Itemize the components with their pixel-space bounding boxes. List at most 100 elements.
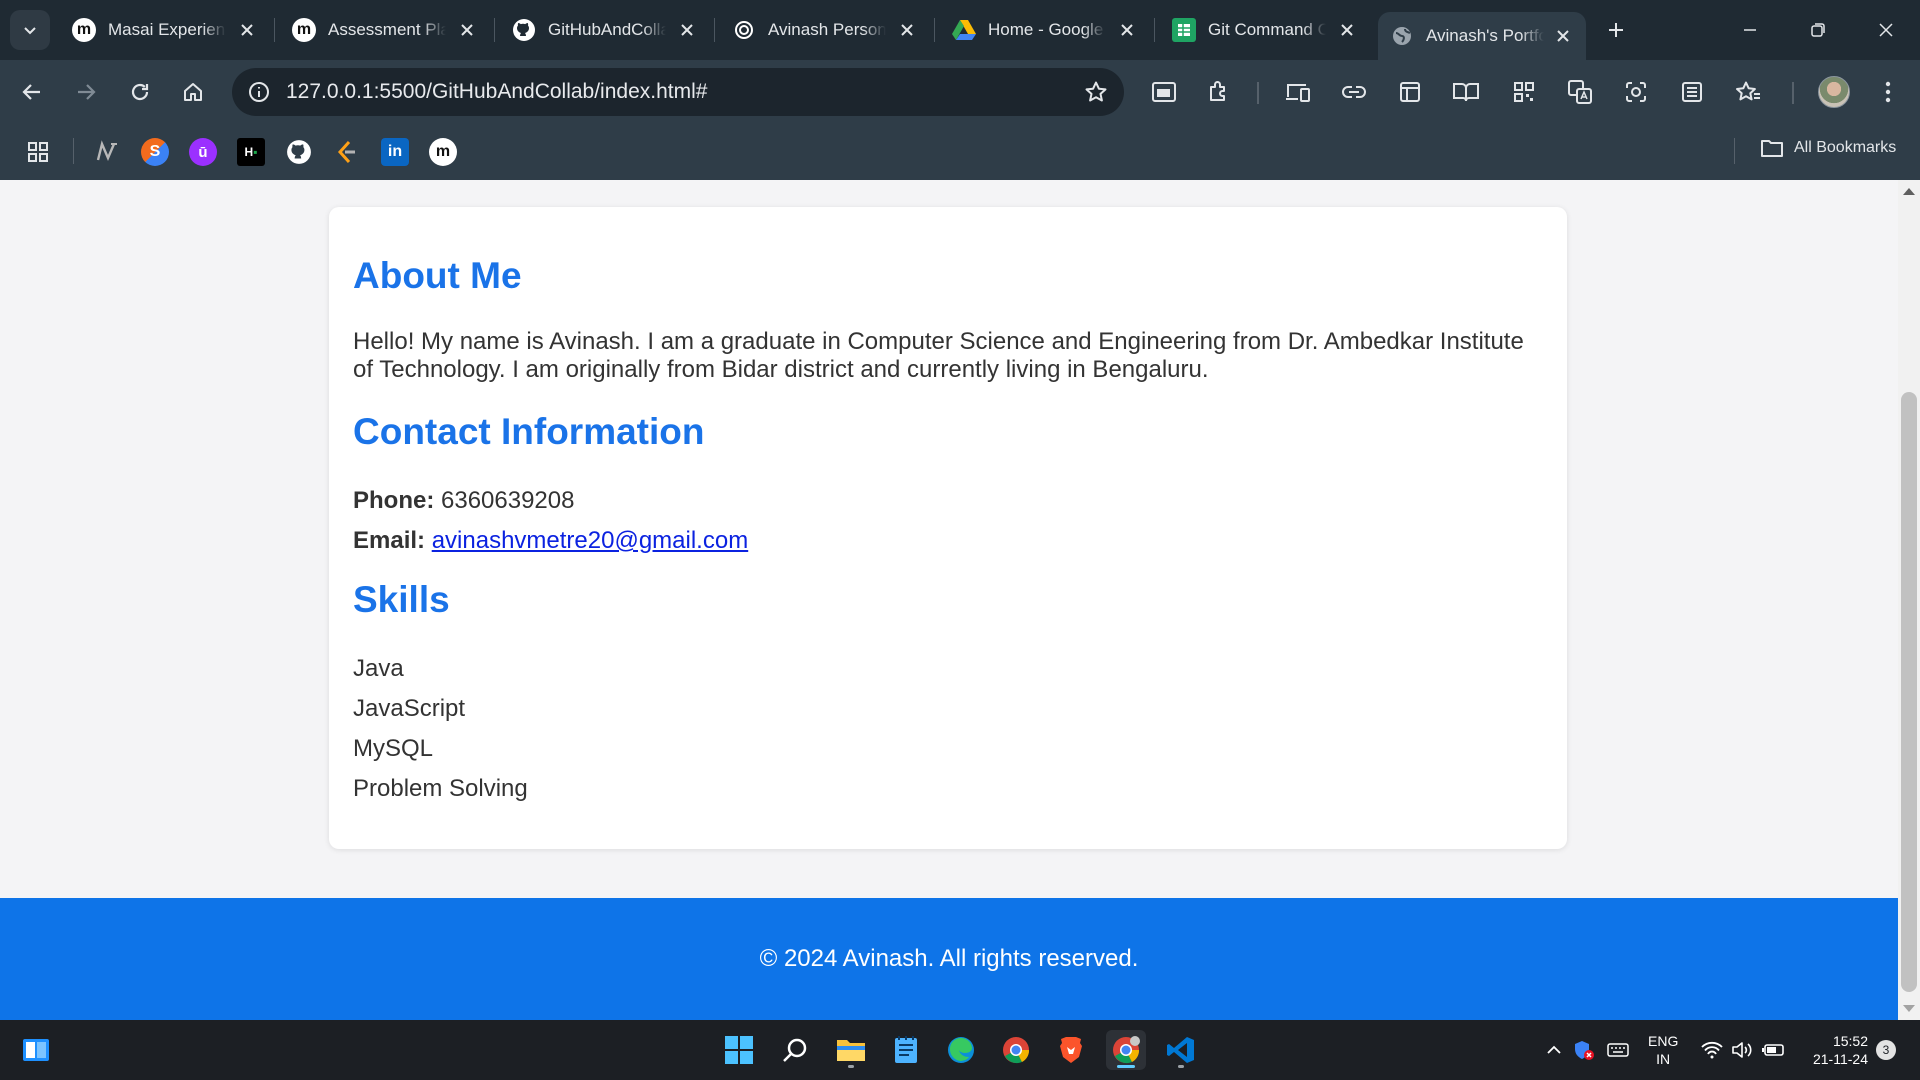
wifi-icon[interactable]	[1700, 1038, 1724, 1062]
profile-avatar[interactable]	[1818, 76, 1850, 108]
u-bookmark-icon[interactable]: ū	[189, 138, 217, 166]
new-tab-button[interactable]	[1598, 14, 1634, 46]
chrome-active-icon[interactable]	[1106, 1030, 1146, 1070]
vertical-scrollbar[interactable]	[1898, 180, 1920, 1020]
browser-toolbar: 127.0.0.1:5500/GitHubAndCollab/index.htm…	[0, 60, 1920, 124]
tab-google-drive[interactable]: Home - Google Drive	[940, 12, 1150, 48]
url-text: 127.0.0.1:5500/GitHubAndCollab/index.htm…	[286, 80, 708, 103]
github-bookmark-icon[interactable]	[285, 138, 313, 166]
picture-in-picture-icon[interactable]	[1148, 76, 1180, 108]
close-window-button[interactable]	[1862, 10, 1910, 50]
close-icon[interactable]	[1116, 19, 1138, 41]
plus-icon	[1609, 23, 1623, 37]
reading-list-icon[interactable]	[1676, 76, 1708, 108]
reload-icon	[131, 83, 149, 101]
tab-avinash-portfolio[interactable]: Avinash's Portfolio	[1378, 12, 1586, 60]
tab-avinash-personal[interactable]: Avinash Personal	[720, 12, 930, 48]
close-icon[interactable]	[1552, 25, 1574, 47]
windows-taskbar: ENG IN 15:52 21-11-24 3	[0, 1020, 1920, 1080]
all-bookmarks-button[interactable]: All Bookmarks	[1760, 138, 1896, 158]
security-shield-icon[interactable]	[1572, 1038, 1596, 1062]
widgets-icon[interactable]	[16, 1030, 56, 1070]
tab-title: Assessment Platform	[328, 20, 446, 39]
reading-mode-icon[interactable]	[1450, 76, 1482, 108]
close-icon[interactable]	[1336, 19, 1358, 41]
edge-icon[interactable]	[941, 1030, 981, 1070]
skill-item: Java	[353, 655, 404, 682]
tab-separator	[1154, 18, 1155, 42]
volume-icon[interactable]	[1730, 1038, 1754, 1062]
address-bar[interactable]: 127.0.0.1:5500/GitHubAndCollab/index.htm…	[232, 68, 1124, 116]
scroll-down-arrow-icon[interactable]	[1903, 1005, 1915, 1012]
translate-icon[interactable]	[1564, 76, 1596, 108]
email-link[interactable]: avinashvmetre20@gmail.com	[432, 527, 749, 554]
file-explorer-icon[interactable]	[831, 1030, 871, 1070]
link-icon[interactable]	[1338, 76, 1370, 108]
hackerrank-bookmark-icon[interactable]: H▪	[237, 138, 265, 166]
page-footer: © 2024 Avinash. All rights reserved.	[0, 898, 1898, 1020]
extensions-icon[interactable]	[1202, 76, 1234, 108]
back-button[interactable]	[14, 74, 50, 110]
minimize-button[interactable]	[1726, 10, 1774, 50]
masai-bookmark-icon[interactable]: m	[429, 138, 457, 166]
tab-git-command-cheat[interactable]: Git Command Cheat	[1160, 12, 1370, 48]
tab-separator	[934, 18, 935, 42]
brave-icon[interactable]	[1051, 1030, 1091, 1070]
notification-badge[interactable]: 3	[1876, 1040, 1896, 1060]
home-button[interactable]	[175, 74, 211, 110]
skills-heading: Skills	[353, 579, 450, 620]
apps-grid-icon[interactable]	[24, 138, 52, 166]
vscode-icon[interactable]	[1161, 1030, 1201, 1070]
scroll-up-arrow-icon[interactable]	[1903, 188, 1915, 195]
cast-devices-icon[interactable]	[1282, 76, 1314, 108]
tab-masai-experience[interactable]: m Masai Experience	[60, 12, 270, 48]
tab-layout-icon[interactable]	[1394, 76, 1426, 108]
start-windows-icon[interactable]	[719, 1030, 759, 1070]
keyboard-icon[interactable]	[1606, 1038, 1630, 1062]
favorites-icon[interactable]	[1732, 76, 1764, 108]
reload-button[interactable]	[122, 74, 158, 110]
close-icon	[1879, 23, 1893, 37]
tab-search-button[interactable]	[10, 10, 50, 50]
close-icon[interactable]	[676, 19, 698, 41]
skill-item: MySQL	[353, 735, 434, 762]
close-icon[interactable]	[456, 19, 478, 41]
linkedin-bookmark-icon[interactable]: in	[381, 138, 409, 166]
skill-item: Problem Solving	[353, 775, 528, 802]
show-hidden-icons-chevron-icon[interactable]	[1542, 1038, 1566, 1062]
chrome-icon[interactable]	[996, 1030, 1036, 1070]
leetcode-bookmark-icon[interactable]	[333, 138, 361, 166]
skills-list: Java JavaScript MySQL Problem Solving	[353, 655, 528, 815]
battery-icon[interactable]	[1762, 1038, 1786, 1062]
restore-icon	[1811, 23, 1825, 37]
toolbar-separator	[1257, 82, 1259, 104]
folder-icon	[1761, 140, 1783, 157]
tab-assessment-platform[interactable]: m Assessment Platform	[280, 12, 490, 48]
forward-button[interactable]	[68, 74, 104, 110]
footer-text: © 2024 Avinash. All rights reserved.	[759, 945, 1139, 972]
site-info-icon[interactable]	[246, 79, 272, 105]
system-clock[interactable]: 15:52 21-11-24	[1808, 1032, 1868, 1068]
google-sheets-icon	[1172, 18, 1196, 42]
profile-card: About Me Hello! My name is Avinash. I am…	[329, 207, 1567, 849]
close-icon[interactable]	[896, 19, 918, 41]
phone-label: Phone:	[353, 487, 435, 514]
scrollbar-thumb[interactable]	[1901, 392, 1917, 992]
lang-region: IN	[1656, 1051, 1671, 1067]
notepad-icon[interactable]	[886, 1030, 926, 1070]
masai-icon: m	[292, 18, 316, 42]
arrow-left-icon	[22, 84, 40, 100]
input-language-indicator[interactable]: ENG IN	[1648, 1032, 1678, 1068]
phone-value: 6360639208	[441, 487, 575, 514]
restore-button[interactable]	[1794, 10, 1842, 50]
s-bookmark-icon[interactable]: S	[141, 138, 169, 166]
google-lens-icon[interactable]	[1620, 76, 1652, 108]
close-icon[interactable]	[236, 19, 258, 41]
search-icon[interactable]	[775, 1030, 815, 1070]
bookmark-star-icon[interactable]	[1084, 80, 1108, 109]
tab-githubandcollab[interactable]: GitHubAndCollab	[500, 12, 710, 48]
toolbar-separator	[1792, 82, 1794, 104]
qr-code-icon[interactable]	[1508, 76, 1540, 108]
notion-bookmark-icon[interactable]	[93, 138, 121, 166]
menu-dots-icon[interactable]	[1872, 76, 1904, 108]
